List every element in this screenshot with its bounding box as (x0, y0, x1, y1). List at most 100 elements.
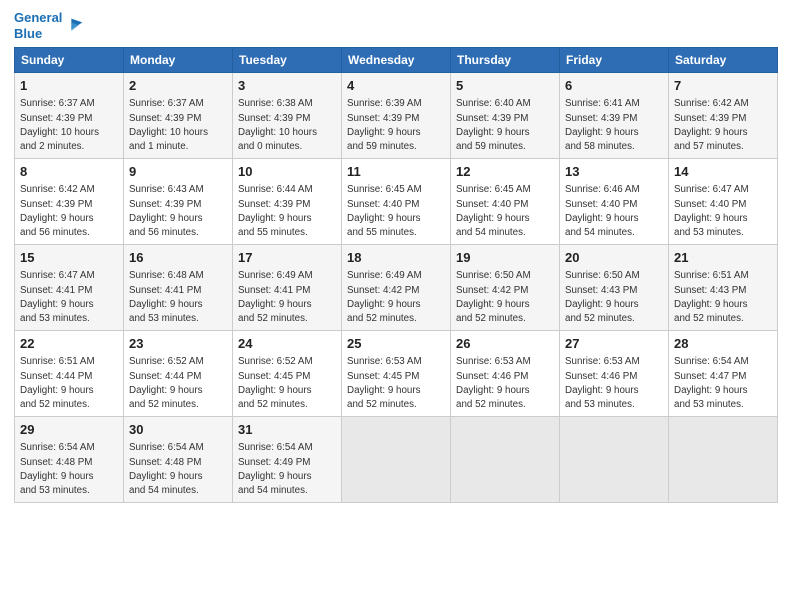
calendar-header: SundayMondayTuesdayWednesdayThursdayFrid… (15, 48, 778, 73)
day-info: Sunrise: 6:40 AMSunset: 4:39 PMDaylight:… (456, 97, 554, 154)
day-number: 27 (565, 335, 663, 353)
calendar-cell: 18Sunrise: 6:49 AMSunset: 4:42 PMDayligh… (342, 245, 451, 331)
day-info: Sunrise: 6:54 AMSunset: 4:48 PMDaylight:… (20, 441, 118, 498)
calendar-cell: 3Sunrise: 6:38 AMSunset: 4:39 PMDaylight… (233, 73, 342, 159)
day-number: 11 (347, 163, 445, 181)
week-row-1: 1 Sunrise: 6:37 AMSunset: 4:39 PMDaylight… (15, 73, 778, 159)
day-number: 4 (347, 77, 445, 95)
day-number: 31 (238, 421, 336, 439)
header-day-wednesday: Wednesday (342, 48, 451, 73)
calendar-cell: 22 Sunrise: 6:51 AMSunset: 4:44 PMDayligh… (15, 331, 124, 417)
calendar-body: 1 Sunrise: 6:37 AMSunset: 4:39 PMDaylight… (15, 73, 778, 503)
calendar-cell: 7Sunrise: 6:42 AMSunset: 4:39 PMDaylight… (669, 73, 778, 159)
calendar-cell: 9Sunrise: 6:43 AMSunset: 4:39 PMDaylight… (124, 159, 233, 245)
header-row-days: SundayMondayTuesdayWednesdayThursdayFrid… (15, 48, 778, 73)
calendar-cell: 28 Sunrise: 6:54 AMSunset: 4:47 PMDayligh… (669, 331, 778, 417)
header-day-tuesday: Tuesday (233, 48, 342, 73)
calendar-cell (451, 417, 560, 503)
day-number: 15 (20, 249, 118, 267)
calendar-cell: 8 Sunrise: 6:42 AMSunset: 4:39 PMDaylight… (15, 159, 124, 245)
calendar-cell: 17 Sunrise: 6:49 AMSunset: 4:41 PMDayligh… (233, 245, 342, 331)
calendar-cell: 1 Sunrise: 6:37 AMSunset: 4:39 PMDaylight… (15, 73, 124, 159)
day-info: Sunrise: 6:49 AMSunset: 4:42 PMDaylight:… (347, 269, 445, 326)
header-day-sunday: Sunday (15, 48, 124, 73)
day-number: 29 (20, 421, 118, 439)
day-number: 6 (565, 77, 663, 95)
day-number: 22 (20, 335, 118, 353)
day-info: Sunrise: 6:37 AMSunset: 4:39 PMDaylight:… (129, 97, 227, 154)
calendar-cell: 19 Sunrise: 6:50 AMSunset: 4:42 PMDayligh… (451, 245, 560, 331)
calendar-cell: 10 Sunrise: 6:44 AMSunset: 4:39 PMDayligh… (233, 159, 342, 245)
day-info: Sunrise: 6:52 AMSunset: 4:45 PMDaylight:… (238, 355, 336, 412)
day-info: Sunrise: 6:43 AMSunset: 4:39 PMDaylight:… (129, 183, 227, 240)
day-info: Sunrise: 6:45 AMSunset: 4:40 PMDaylight:… (347, 183, 445, 240)
calendar-cell: 21Sunrise: 6:51 AMSunset: 4:43 PMDayligh… (669, 245, 778, 331)
day-number: 20 (565, 249, 663, 267)
week-row-3: 15 Sunrise: 6:47 AMSunset: 4:41 PMDayligh… (15, 245, 778, 331)
day-number: 10 (238, 163, 336, 181)
calendar-cell: 25 Sunrise: 6:53 AMSunset: 4:45 PMDayligh… (342, 331, 451, 417)
day-info: Sunrise: 6:50 AMSunset: 4:43 PMDaylight:… (565, 269, 663, 326)
calendar-cell: 13 Sunrise: 6:46 AMSunset: 4:40 PMDayligh… (560, 159, 669, 245)
calendar-cell: 26Sunrise: 6:53 AMSunset: 4:46 PMDayligh… (451, 331, 560, 417)
calendar-cell: 23Sunrise: 6:52 AMSunset: 4:44 PMDayligh… (124, 331, 233, 417)
calendar-cell: 16Sunrise: 6:48 AMSunset: 4:41 PMDayligh… (124, 245, 233, 331)
calendar-cell: 31Sunrise: 6:54 AMSunset: 4:49 PMDayligh… (233, 417, 342, 503)
header-row: GeneralBlue (14, 10, 778, 41)
week-row-5: 29 Sunrise: 6:54 AMSunset: 4:48 PMDayligh… (15, 417, 778, 503)
day-number: 19 (456, 249, 554, 267)
day-number: 28 (674, 335, 772, 353)
day-number: 24 (238, 335, 336, 353)
day-info: Sunrise: 6:54 AMSunset: 4:48 PMDaylight:… (129, 441, 227, 498)
day-info: Sunrise: 6:45 AMSunset: 4:40 PMDaylight:… (456, 183, 554, 240)
week-row-2: 8 Sunrise: 6:42 AMSunset: 4:39 PMDaylight… (15, 159, 778, 245)
day-info: Sunrise: 6:49 AMSunset: 4:41 PMDaylight:… (238, 269, 336, 326)
day-number: 26 (456, 335, 554, 353)
main-container: GeneralBlue SundayMondayTuesdayWednesday… (0, 0, 792, 513)
day-number: 17 (238, 249, 336, 267)
day-info: Sunrise: 6:46 AMSunset: 4:40 PMDaylight:… (565, 183, 663, 240)
logo-text: GeneralBlue (14, 10, 62, 41)
day-info: Sunrise: 6:42 AMSunset: 4:39 PMDaylight:… (20, 183, 118, 240)
day-info: Sunrise: 6:44 AMSunset: 4:39 PMDaylight:… (238, 183, 336, 240)
day-info: Sunrise: 6:42 AMSunset: 4:39 PMDaylight:… (674, 97, 772, 154)
day-info: Sunrise: 6:51 AMSunset: 4:44 PMDaylight:… (20, 355, 118, 412)
day-info: Sunrise: 6:41 AMSunset: 4:39 PMDaylight:… (565, 97, 663, 154)
day-number: 8 (20, 163, 118, 181)
day-info: Sunrise: 6:53 AMSunset: 4:46 PMDaylight:… (565, 355, 663, 412)
day-number: 5 (456, 77, 554, 95)
calendar-cell: 12 Sunrise: 6:45 AMSunset: 4:40 PMDayligh… (451, 159, 560, 245)
calendar-cell: 14Sunrise: 6:47 AMSunset: 4:40 PMDayligh… (669, 159, 778, 245)
calendar-cell: 4 Sunrise: 6:39 AMSunset: 4:39 PMDaylight… (342, 73, 451, 159)
day-info: Sunrise: 6:50 AMSunset: 4:42 PMDaylight:… (456, 269, 554, 326)
day-info: Sunrise: 6:47 AMSunset: 4:41 PMDaylight:… (20, 269, 118, 326)
calendar-cell: 6 Sunrise: 6:41 AMSunset: 4:39 PMDaylight… (560, 73, 669, 159)
header-day-thursday: Thursday (451, 48, 560, 73)
logo: GeneralBlue (14, 10, 86, 41)
calendar-cell (669, 417, 778, 503)
day-info: Sunrise: 6:53 AMSunset: 4:45 PMDaylight:… (347, 355, 445, 412)
week-row-4: 22 Sunrise: 6:51 AMSunset: 4:44 PMDayligh… (15, 331, 778, 417)
calendar-cell: 15 Sunrise: 6:47 AMSunset: 4:41 PMDayligh… (15, 245, 124, 331)
calendar-cell: 29 Sunrise: 6:54 AMSunset: 4:48 PMDayligh… (15, 417, 124, 503)
day-number: 25 (347, 335, 445, 353)
header-day-friday: Friday (560, 48, 669, 73)
calendar-cell: 20 Sunrise: 6:50 AMSunset: 4:43 PMDayligh… (560, 245, 669, 331)
day-number: 14 (674, 163, 772, 181)
day-info: Sunrise: 6:37 AMSunset: 4:39 PMDaylight:… (20, 97, 118, 154)
calendar-cell: 11 Sunrise: 6:45 AMSunset: 4:40 PMDayligh… (342, 159, 451, 245)
calendar-cell (342, 417, 451, 503)
day-number: 13 (565, 163, 663, 181)
day-info: Sunrise: 6:54 AMSunset: 4:47 PMDaylight:… (674, 355, 772, 412)
day-number: 1 (20, 77, 118, 95)
day-info: Sunrise: 6:39 AMSunset: 4:39 PMDaylight:… (347, 97, 445, 154)
logo-icon (64, 15, 86, 37)
day-number: 12 (456, 163, 554, 181)
day-info: Sunrise: 6:52 AMSunset: 4:44 PMDaylight:… (129, 355, 227, 412)
day-number: 16 (129, 249, 227, 267)
calendar-cell: 2 Sunrise: 6:37 AMSunset: 4:39 PMDaylight… (124, 73, 233, 159)
day-number: 2 (129, 77, 227, 95)
day-number: 21 (674, 249, 772, 267)
calendar-table: SundayMondayTuesdayWednesdayThursdayFrid… (14, 47, 778, 503)
day-number: 30 (129, 421, 227, 439)
